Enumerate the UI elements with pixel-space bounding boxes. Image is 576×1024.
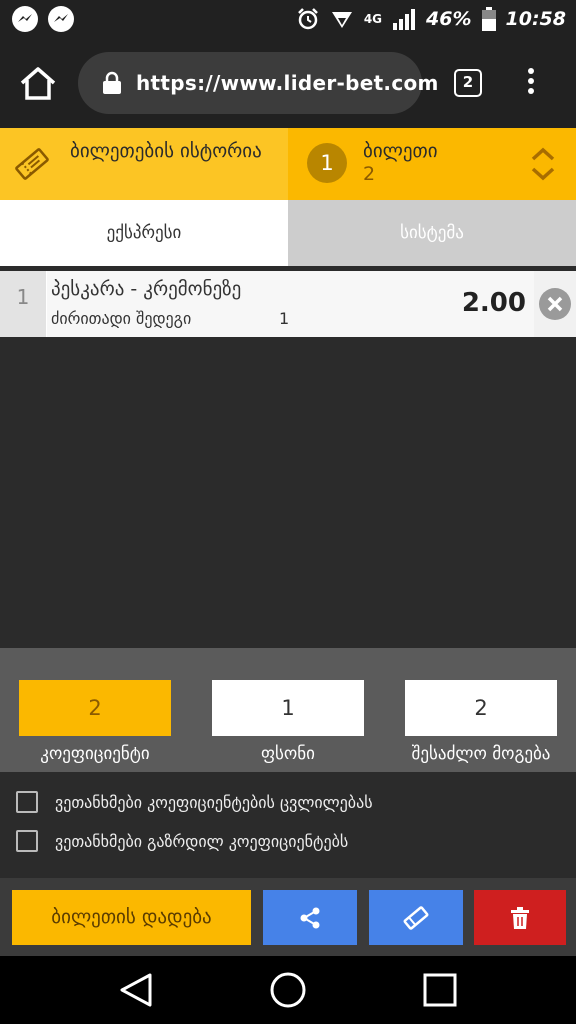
ticket-number-badge: 1 xyxy=(307,143,347,183)
ticket-button[interactable] xyxy=(369,890,463,945)
battery-icon xyxy=(481,7,496,31)
ticket-history-button[interactable]: ბილეთების ისტორია xyxy=(0,128,288,200)
address-bar[interactable]: https://www.lider-bet.com xyxy=(78,52,438,114)
possible-win-label: შესაძლო მოგება xyxy=(411,744,551,764)
agree-odds-change-row[interactable]: ვეთანხმები კოეფიციენტების ცვლილებას xyxy=(16,791,373,813)
agree-odds-change-label: ვეთანხმები კოეფიციენტების ცვლილებას xyxy=(55,792,373,812)
agreement-checkboxes: ვეთანხმები კოეფიციენტების ცვლილებას ვეთა… xyxy=(0,772,576,878)
chevron-up-down-icon[interactable] xyxy=(530,146,556,182)
table-row: 1 პესკარა - კრემონეზე ძირითადი შედეგი 1 … xyxy=(0,271,576,337)
back-icon[interactable] xyxy=(118,972,154,1008)
remove-bet-button[interactable] xyxy=(534,271,576,337)
bet-index: 1 xyxy=(0,271,46,337)
system-icons: 4G 46% 10:58 xyxy=(296,6,566,32)
wifi-icon xyxy=(331,12,352,28)
delete-ticket-button[interactable] xyxy=(474,890,566,945)
home-icon[interactable] xyxy=(18,65,58,101)
place-bet-button[interactable]: ბილეთის დადება xyxy=(12,890,251,945)
ticket-icon xyxy=(403,905,429,930)
bet-odd: 2.00 xyxy=(461,288,526,318)
tab-switcher-button[interactable]: 2 xyxy=(454,69,482,97)
coefficient-label: კოეფიციენტი xyxy=(40,744,150,764)
clock: 10:58 xyxy=(505,8,566,30)
android-nav-bar xyxy=(0,956,576,1024)
home-circle-icon[interactable] xyxy=(270,972,306,1008)
status-bar: 4G 46% 10:58 xyxy=(0,0,576,38)
signal-icon xyxy=(393,9,416,30)
share-button[interactable] xyxy=(263,890,357,945)
stake-panel: 2 1 2 კოეფიციენტი ფსონი შესაძლო მოგება xyxy=(0,648,576,772)
browser-toolbar: https://www.lider-bet.com 2 xyxy=(0,38,576,128)
current-ticket[interactable]: 1 ბილეთი 2 xyxy=(288,128,576,200)
close-icon xyxy=(539,288,571,320)
ticket-history-label: ბილეთების ისტორია xyxy=(70,140,262,162)
stake-label: ფსონი xyxy=(261,744,315,764)
agree-increased-odds-row[interactable]: ვეთანხმები გაზრდილ კოეფიციენტებს xyxy=(16,830,348,852)
tab-system[interactable]: სისტემა xyxy=(288,200,576,266)
alarm-icon xyxy=(297,8,318,30)
bet-details: პესკარა - კრემონეზე ძირითადი შედეგი 1 2.… xyxy=(46,271,534,337)
stake-input[interactable]: 1 xyxy=(212,680,364,736)
coefficient-value: 2 xyxy=(19,680,171,736)
bet-pick: 1 xyxy=(279,309,290,328)
possible-win-value: 2 xyxy=(405,680,557,736)
url-text: https://www.lider-bet.com xyxy=(136,71,439,95)
agree-increased-odds-label: ვეთანხმები გაზრდილ კოეფიციენტებს xyxy=(55,831,349,851)
battery-percent: 46% xyxy=(426,8,472,30)
browser-menu-icon[interactable] xyxy=(526,68,536,98)
bet-market: ძირითადი შედეგი xyxy=(51,309,192,328)
messenger-icon xyxy=(12,6,38,32)
agree-odds-change-checkbox[interactable] xyxy=(16,791,38,813)
agree-increased-odds-checkbox[interactable] xyxy=(16,830,38,852)
network-type: 4G xyxy=(363,12,383,26)
action-bar: ბილეთის დადება xyxy=(0,878,576,956)
ticket-subtitle: 2 xyxy=(363,163,376,185)
trash-icon xyxy=(511,906,529,929)
ticket-header: ბილეთების ისტორია 1 ბილეთი 2 xyxy=(0,128,576,200)
messenger-icon xyxy=(48,6,74,32)
ticket-icon xyxy=(15,148,49,180)
share-icon xyxy=(300,907,320,928)
tab-express[interactable]: ექსპრესი xyxy=(0,200,288,266)
notification-icons xyxy=(12,6,74,32)
recent-apps-icon[interactable] xyxy=(423,973,457,1007)
ticket-title: ბილეთი xyxy=(363,140,438,162)
bet-match: პესკარა - კრემონეზე xyxy=(51,278,242,300)
lock-icon xyxy=(103,71,121,94)
bet-mode-tabs: ექსპრესი სისტემა xyxy=(0,200,576,266)
